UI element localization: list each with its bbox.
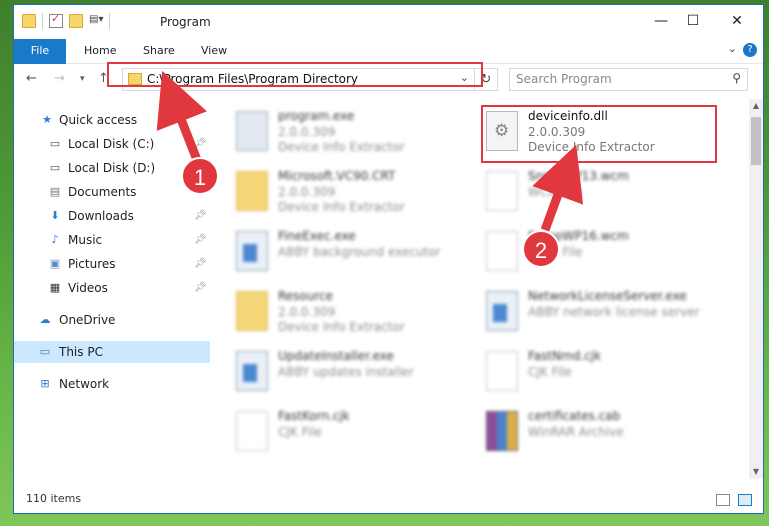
arrow-2: [532, 144, 584, 232]
annotation-arrows: [156, 70, 584, 232]
arrow-1: [156, 70, 207, 162]
step-badge-1: 1: [181, 157, 219, 195]
step-badge-2: 2: [522, 230, 560, 268]
